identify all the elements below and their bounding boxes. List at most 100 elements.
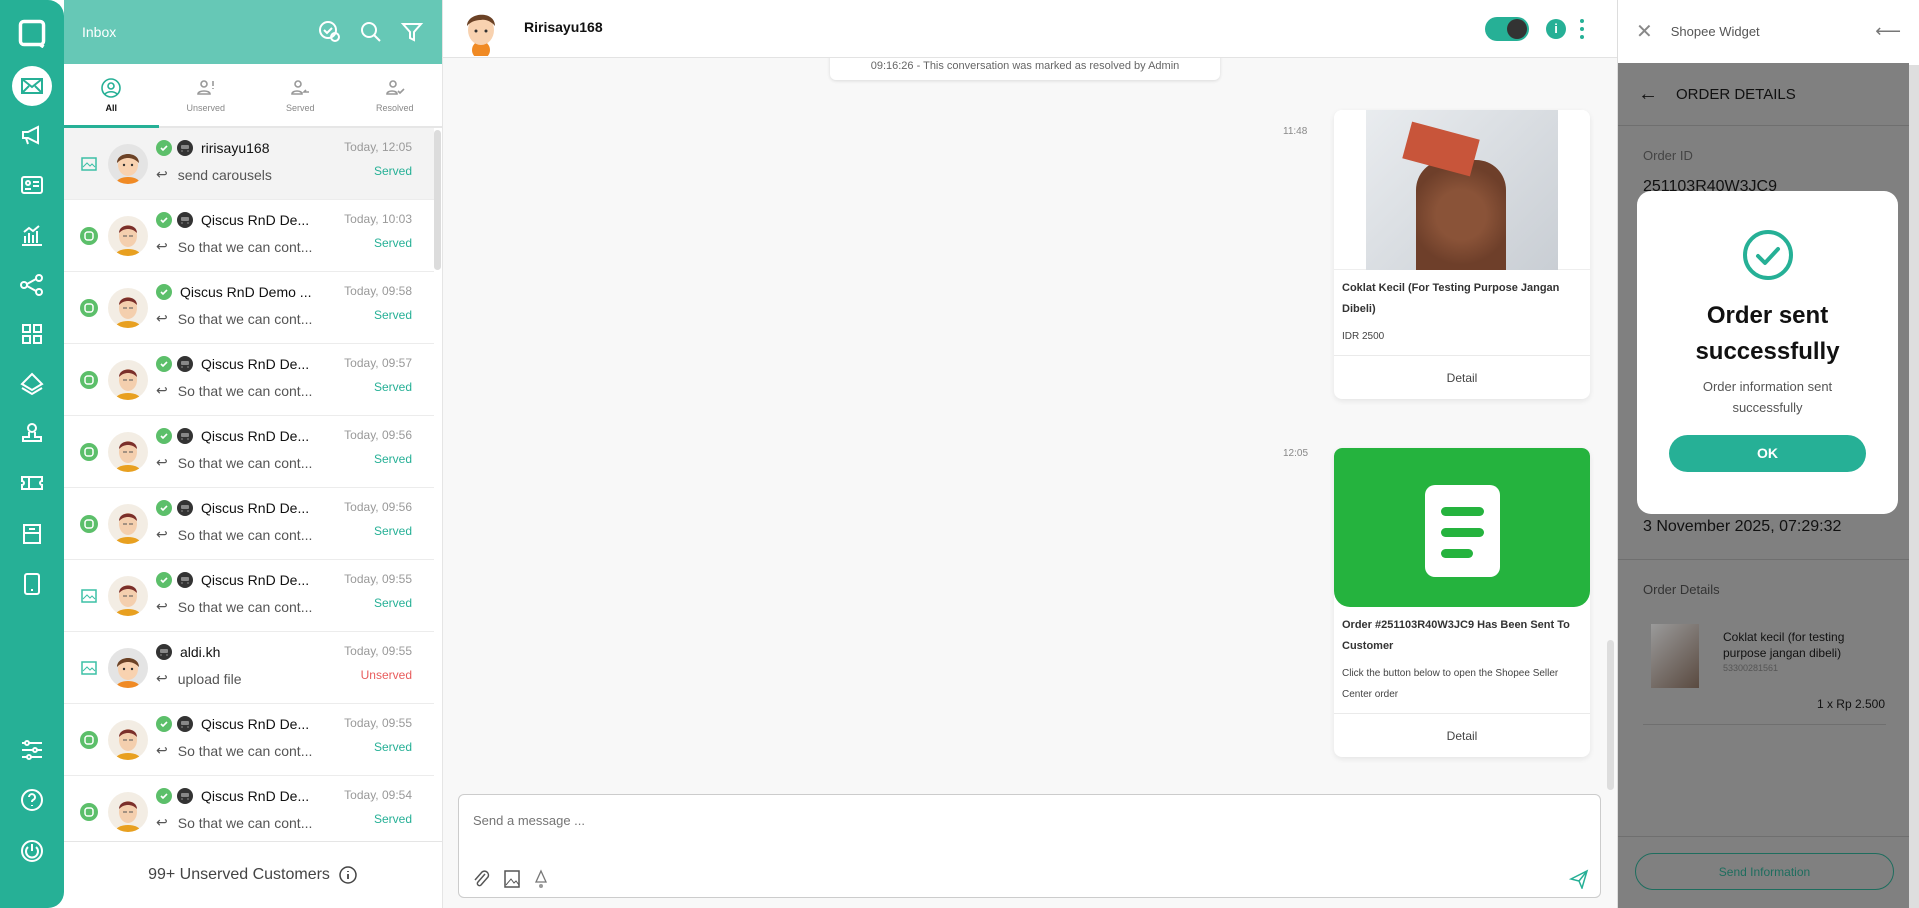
conversation-item[interactable]: Qiscus RnD De... ↩ So that we can cont... T… [64,704,434,776]
collapse-arrow-icon[interactable]: ⟵ [1875,21,1901,42]
customer-name: Qiscus RnD De... [201,428,310,444]
customer-name: Qiscus RnD De... [201,788,310,804]
tab-unserved[interactable]: Unserved [159,64,254,126]
reply-icon: ↩ [156,166,168,182]
last-message-preview: So that we can cont... [177,526,313,543]
whatsapp-check-icon[interactable] [318,20,342,44]
message-time: 12:05 [1283,448,1309,459]
contact-avatar [458,4,504,59]
reply-icon: ↩ [156,526,168,542]
settings-sliders-icon[interactable] [12,730,52,770]
layers-icon[interactable] [12,363,52,403]
qiscus-channel-icon [80,299,98,317]
message-input[interactable] [473,813,1573,828]
help-question-icon[interactable] [12,780,52,820]
bot-toggle[interactable] [1485,17,1529,41]
detail-button[interactable]: Detail [1334,713,1590,757]
customer-avatar [108,144,148,184]
conversation-status: Served [373,164,412,178]
reply-icon: ↩ [156,454,168,470]
conversation-time: Today, 09:57 [344,356,412,370]
apps-grid-icon[interactable] [12,314,52,354]
attachment-paperclip-icon[interactable] [473,869,491,889]
conversation-list: ririsayu168 ↩ send carousels Today, 12:05 Se… [64,128,442,841]
resolved-check-icon [156,284,172,300]
unserved-customers-footer[interactable]: 99+ Unserved Customers [64,841,442,908]
info-icon[interactable] [338,865,358,885]
message-time: 11:48 [1283,126,1308,137]
info-button-icon[interactable]: i [1546,19,1566,39]
conversation-time: Today, 09:56 [344,428,412,442]
conversation-status: Served [373,308,412,322]
template-bulb-icon[interactable] [533,869,549,889]
conversation-item[interactable]: Qiscus RnD De... ↩ So that we can cont... T… [64,344,434,416]
contacts-card-icon[interactable] [12,165,52,205]
customer-name: ririsayu168 [201,140,270,156]
bot-icon [1507,19,1527,39]
conversation-time: Today, 09:54 [344,788,412,802]
success-modal: Order sent successfully Order informatio… [1637,191,1898,514]
image-channel-icon [81,589,97,603]
qiscus-channel-icon [80,731,98,749]
success-check-icon [1742,230,1793,280]
chat-scrollbar[interactable] [1607,640,1614,790]
modal-title: Order sent successfully [1695,302,1840,365]
last-message-preview: So that we can cont... [177,382,313,399]
analytics-chart-icon[interactable] [12,215,52,255]
product-title: Coklat Kecil (For Testing Purpose Jangan… [1342,282,1560,315]
conversation-list-scrollbar[interactable] [434,130,441,270]
user-circle-icon [101,78,122,98]
conversation-status: Served [373,596,412,610]
integrations-share-icon[interactable] [12,265,52,305]
conversation-item[interactable]: Qiscus RnD De... ↩ So that we can cont... T… [64,488,434,560]
conversation-item[interactable]: Qiscus RnD De... ↩ So that we can cont... T… [64,416,434,488]
bot-agent-icon [177,788,193,804]
widget-header: ✕ Shopee Widget ⟵ [1618,0,1919,63]
last-message-preview: So that we can cont... [177,310,313,327]
inbox-tabs: All Unserved Served Resolved [64,64,442,128]
last-message-preview: So that we can cont... [177,238,313,255]
mobile-device-icon[interactable] [12,564,52,604]
product-name: Coklat kecil (for testing purpose jangan… [1723,630,1845,660]
ok-button[interactable]: OK [1669,435,1866,472]
widget-scrollbar[interactable] [1909,65,1919,908]
reply-icon: ↩ [156,742,168,758]
conversation-item[interactable]: ririsayu168 ↩ send carousels Today, 12:05 Se… [64,128,434,200]
inbox-nav-mail-icon[interactable] [12,66,52,106]
conversation-item[interactable]: Qiscus RnD De... ↩ So that we can cont... T… [64,200,434,272]
product-carousel-card: Coklat Kecil (For Testing Purpose Jangan… [1334,110,1590,399]
logout-power-icon[interactable] [12,831,52,871]
storage-inbox-icon[interactable] [12,514,52,554]
conversation-item[interactable]: Qiscus RnD Demo ... ↩ So that we can cont.… [64,272,434,344]
agent-stamp-icon[interactable] [12,413,52,453]
send-information-button[interactable]: Send Information [1635,853,1894,890]
send-icon[interactable] [1569,869,1589,889]
close-icon[interactable]: ✕ [1636,19,1653,44]
last-message-preview: So that we can cont... [177,454,313,471]
customer-avatar [108,288,148,328]
tab-served[interactable]: Served [253,64,348,126]
conversation-item[interactable]: Qiscus RnD De... ↩ So that we can cont... T… [64,560,434,632]
tab-label: All [105,103,117,113]
tab-all[interactable]: All [64,64,159,128]
conversation-item[interactable]: aldi.kh ↩ upload file Today, 09:55 Unserved [64,632,434,704]
search-icon[interactable] [359,20,383,44]
back-arrow-icon[interactable]: ← [1638,83,1658,106]
detail-button[interactable]: Detail [1334,355,1590,399]
conversation-item[interactable]: Qiscus RnD De... ↩ So that we can cont... T… [64,776,434,841]
qiscus-logo-icon[interactable] [12,13,52,53]
order-document-icon [1334,448,1590,607]
resolved-check-icon [156,212,172,228]
customer-avatar [108,432,148,472]
more-options-icon[interactable] [1580,19,1584,39]
tab-label: Resolved [375,103,414,113]
conversation-time: Today, 12:05 [344,140,412,154]
bot-agent-icon [177,140,193,156]
reply-icon: ↩ [156,310,168,326]
broadcast-megaphone-icon[interactable] [12,115,52,155]
image-upload-icon[interactable] [503,869,521,889]
tab-resolved[interactable]: Resolved [348,64,443,126]
image-channel-icon [81,157,97,171]
ticket-icon[interactable] [12,463,52,503]
filter-icon[interactable] [400,20,424,44]
